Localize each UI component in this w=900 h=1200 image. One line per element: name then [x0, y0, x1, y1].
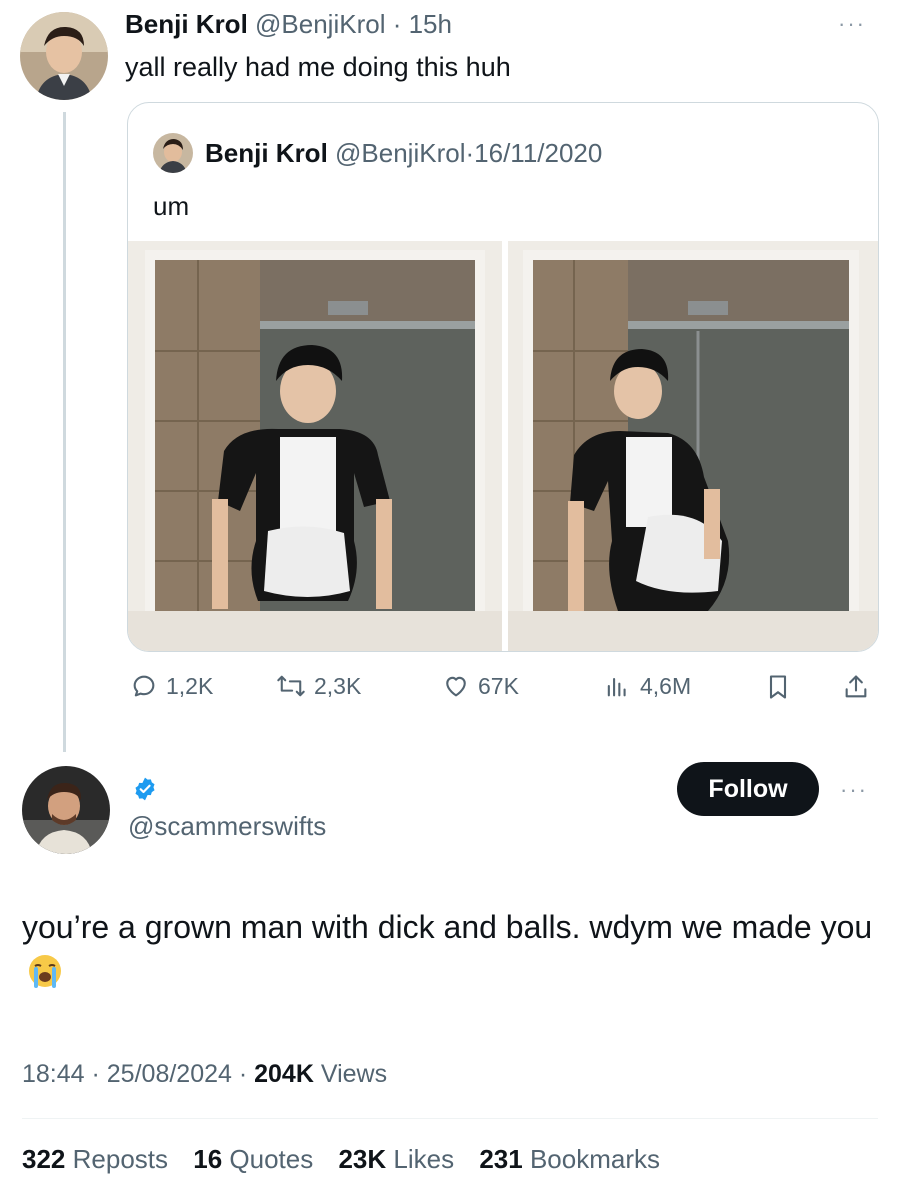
quoted-tweet-header: Benji Krol @BenjiKrol · 16/11/2020 [153, 133, 602, 173]
thread-connector-line [63, 112, 66, 752]
bookmark-icon [769, 675, 787, 699]
reply-views-count: 204K [254, 1060, 314, 1088]
quotes-count: 16 [193, 1144, 223, 1174]
reply-author-avatar[interactable] [22, 766, 110, 854]
quoted-tweet-card[interactable]: Benji Krol @BenjiKrol · 16/11/2020 um [127, 102, 879, 652]
quoted-author-name: Benji Krol [205, 138, 328, 168]
likes-count: 23K [338, 1144, 387, 1174]
reposts-stat[interactable]: 322 Reposts [22, 1144, 168, 1174]
quoted-tweet-date: 16/11/2020 [474, 138, 603, 168]
quoted-tweet-avatar [153, 133, 193, 173]
quoted-photo-1[interactable] [128, 241, 502, 651]
like-action[interactable]: 67K [442, 672, 519, 700]
bookmarks-label: Bookmarks [529, 1144, 661, 1174]
reply-count: 1,2K [166, 672, 214, 699]
share-action[interactable] [842, 672, 878, 702]
stats-divider [22, 1118, 878, 1119]
reposts-label: Reposts [72, 1144, 169, 1174]
like-count: 67K [478, 672, 519, 699]
reply-engagement-stats: 322 Reposts 16 Quotes 23K Likes 231 Book… [22, 1142, 678, 1176]
reply-action[interactable]: 1,2K [130, 672, 213, 700]
reply-author-handle[interactable]: @scammerswifts [128, 810, 326, 842]
reply-tweet-text: you’re a grown man with dick and balls. … [22, 909, 873, 945]
quoted-author-handle: @BenjiKrol [335, 138, 466, 168]
meta-separator-2: · [231, 1060, 255, 1088]
quotes-label: Quotes [229, 1144, 314, 1174]
repost-icon [277, 675, 305, 697]
original-more-options-icon[interactable]: ··· [838, 13, 866, 35]
likes-stat[interactable]: 23K Likes [338, 1144, 454, 1174]
follow-button[interactable]: Follow [677, 762, 819, 816]
quoted-photo-2[interactable] [508, 241, 878, 651]
reply-tweet-meta: 18:44 · 25/08/2024 · 204K Views [22, 1058, 387, 1090]
bookmarks-count: 231 [479, 1144, 523, 1174]
views-chart-icon [607, 677, 626, 697]
meta-separator-1: · [84, 1060, 107, 1088]
heart-icon [446, 676, 466, 697]
reply-tweet-body: you’re a grown man with dick and balls. … [22, 904, 882, 1000]
original-author-name[interactable]: Benji Krol [125, 9, 248, 39]
repost-count: 2,3K [314, 672, 362, 699]
reply-views-label: Views [320, 1060, 388, 1088]
verified-badge-icon [135, 777, 155, 801]
quoted-header-separator: · [465, 138, 475, 168]
reply-date[interactable]: 25/08/2024 [107, 1060, 232, 1088]
reply-time[interactable]: 18:44 [22, 1060, 85, 1088]
repost-action[interactable]: 2,3K [276, 672, 361, 700]
original-tweet-header: Benji Krol @BenjiKrol · 15h [125, 8, 452, 40]
views-count: 4,6M [640, 672, 692, 699]
reposts-count: 322 [22, 1144, 66, 1174]
loudly-crying-face-icon [28, 954, 62, 1000]
quoted-tweet-text: um [153, 191, 190, 221]
original-tweet-time[interactable]: 15h [409, 9, 452, 39]
original-tweet-action-bar: 1,2K 2,3K 67K 4,6M [130, 672, 878, 712]
bookmark-action[interactable] [764, 672, 800, 702]
bookmarks-stat[interactable]: 231 Bookmarks [479, 1144, 660, 1174]
reply-more-options-icon[interactable]: ··· [840, 779, 868, 801]
reply-icon [133, 675, 155, 697]
quotes-stat[interactable]: 16 Quotes [193, 1144, 313, 1174]
views-action[interactable]: 4,6M [602, 672, 691, 700]
share-icon [845, 675, 867, 698]
original-tweet-avatar[interactable] [20, 12, 108, 100]
header-separator: · [385, 9, 409, 39]
original-author-handle[interactable]: @BenjiKrol [255, 9, 385, 39]
likes-label: Likes [393, 1144, 455, 1174]
original-tweet-text: yall really had me doing this huh [125, 52, 511, 82]
